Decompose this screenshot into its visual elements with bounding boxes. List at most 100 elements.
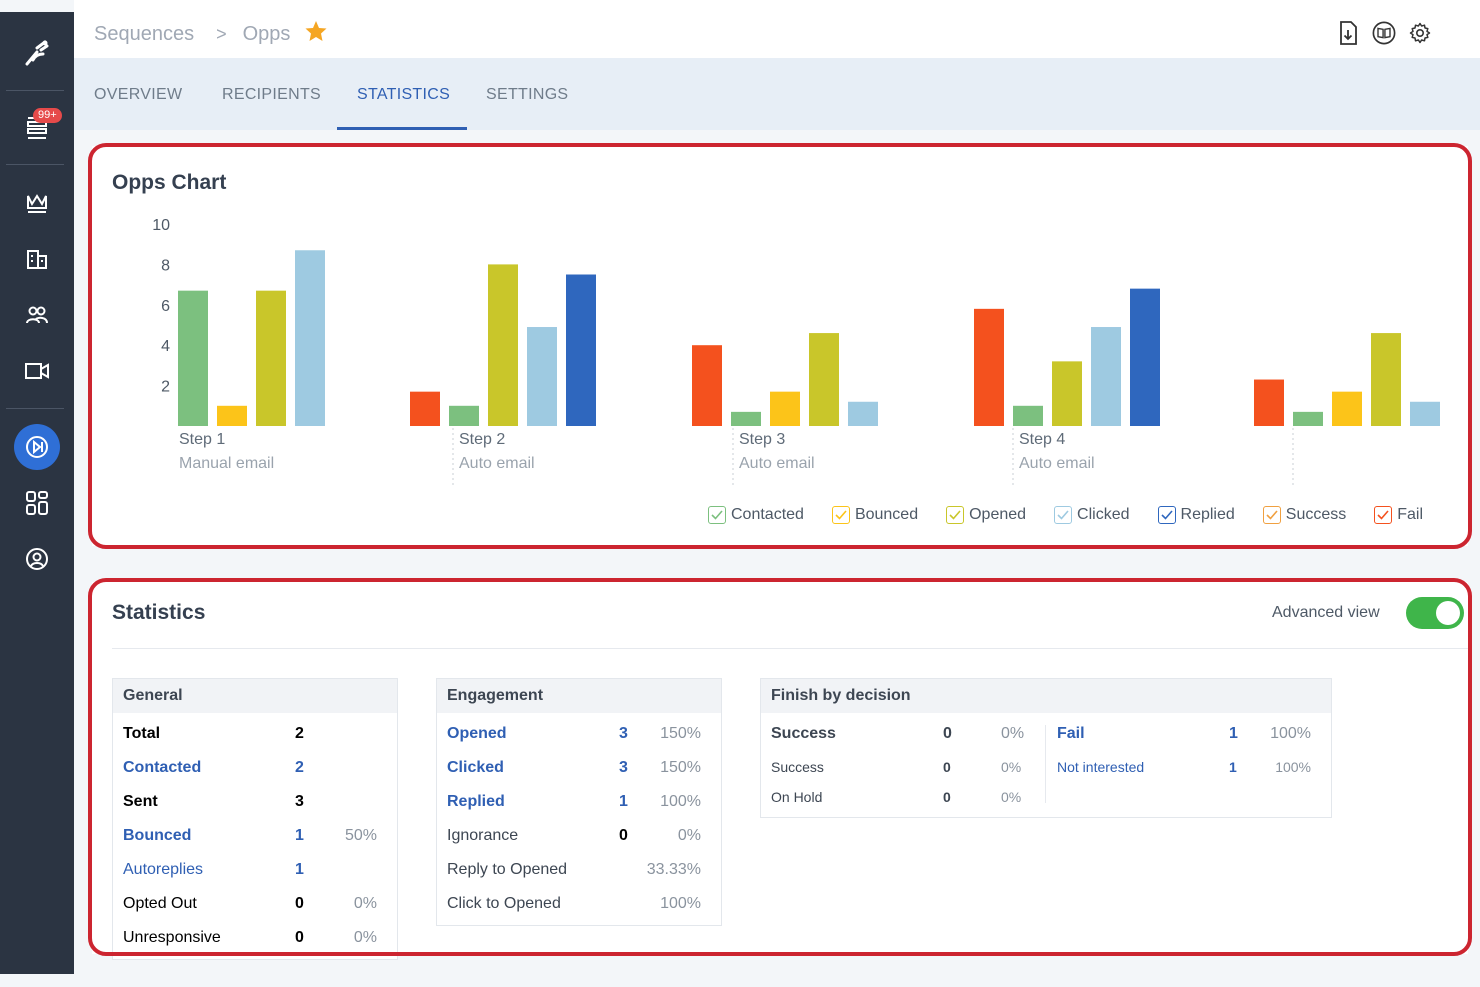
- legend-label: Success: [1285, 506, 1347, 523]
- legend-checkbox-icon[interactable]: [1157, 506, 1176, 524]
- stat-count: 3: [619, 725, 628, 742]
- stat-label-opted-out: Opted Out: [123, 895, 197, 912]
- finish-percent: 0%: [1001, 789, 1022, 805]
- legend-item-fail[interactable]: Fail: [1374, 506, 1423, 524]
- bar-opened-4[interactable]: [1052, 361, 1082, 426]
- stat-label-sent: Sent: [123, 793, 158, 810]
- stat-count: 0: [619, 827, 628, 844]
- statistics-divider: [112, 648, 1468, 649]
- bar-bounced-5[interactable]: [1332, 391, 1362, 426]
- chart-legend: Contacted Bounced Opened Clicked Replied Succ…: [708, 506, 1423, 524]
- app-window: 99+ Sequences > Opps OVERVIEW RECIPIENTS…: [0, 0, 1480, 987]
- legend-checkbox-icon[interactable]: [1374, 506, 1393, 524]
- general-card: General Total 2 Contacted 2 Sent 3 Bounced 1 50%…: [112, 678, 398, 960]
- bar-bounced-3[interactable]: [770, 391, 800, 426]
- engagement-card: Engagement Opened 3 150% Clicked 3 150% Replie…: [436, 678, 722, 926]
- legend-item-replied[interactable]: Replied: [1157, 506, 1235, 524]
- stat-label-clicked[interactable]: Clicked: [447, 759, 504, 777]
- finish-label-fail[interactable]: Fail: [1057, 725, 1085, 743]
- bar-opened-3[interactable]: [809, 333, 839, 426]
- bar-fail-4[interactable]: [974, 308, 1004, 426]
- finish-count: 0: [943, 725, 952, 742]
- x-tick-step: Step 2: [459, 431, 505, 448]
- stat-label-reply-to-opened: Reply to Opened: [447, 861, 568, 878]
- x-tick-email-type: Manual email: [179, 455, 274, 472]
- bar-clicked-1[interactable]: [295, 250, 325, 426]
- finish-percent: 100%: [1270, 725, 1311, 742]
- bar-clicked-5[interactable]: [1410, 401, 1440, 426]
- legend-item-clicked[interactable]: Clicked: [1054, 506, 1130, 524]
- stat-label-bounced[interactable]: Bounced: [123, 827, 191, 845]
- x-tick-step: Step 4: [1019, 431, 1065, 448]
- stat-percent: 0%: [353, 929, 377, 946]
- statistics-title: Statistics: [112, 601, 206, 624]
- bar-fail-2[interactable]: [410, 391, 440, 426]
- legend-label: Opened: [969, 506, 1027, 523]
- stat-label-replied[interactable]: Replied: [447, 793, 505, 811]
- bar-clicked-3[interactable]: [848, 401, 878, 426]
- stat-percent: 100%: [660, 895, 701, 912]
- legend-label: Contacted: [731, 506, 804, 523]
- bar-fail-5[interactable]: [1254, 379, 1284, 426]
- bar-replied-4[interactable]: [1130, 288, 1160, 426]
- stat-count: 0: [295, 929, 304, 946]
- stat-label-total: Total: [123, 725, 161, 742]
- finish-percent: 0%: [1001, 725, 1025, 742]
- finish-decision-card: Finish by decision Success 0 0% Success 0 0% O…: [760, 678, 1332, 818]
- y-tick-label: 6: [161, 298, 170, 315]
- stat-label-ignorance: Ignorance: [447, 827, 519, 844]
- x-tick-step: Step 1: [179, 431, 225, 448]
- bar-opened-1[interactable]: [256, 290, 286, 426]
- legend-checkbox-icon[interactable]: [1054, 506, 1073, 524]
- bar-contacted-2[interactable]: [449, 405, 479, 426]
- bar-replied-2[interactable]: [566, 274, 596, 427]
- legend-label: Replied: [1180, 506, 1235, 523]
- stat-count: 3: [295, 793, 304, 810]
- stat-label-autoreplies[interactable]: Autoreplies: [123, 861, 203, 879]
- bar-contacted-4[interactable]: [1013, 405, 1043, 426]
- finish-percent: 0%: [1001, 759, 1022, 775]
- bar-clicked-2[interactable]: [527, 327, 557, 426]
- finish-count: 0: [943, 759, 951, 775]
- finish-label-success: Success: [771, 725, 836, 742]
- legend-checkbox-icon[interactable]: [831, 506, 850, 524]
- legend-item-bounced[interactable]: Bounced: [831, 506, 919, 524]
- bar-fail-3[interactable]: [692, 345, 722, 426]
- stat-label-unresponsive: Unresponsive: [123, 929, 221, 946]
- finish-count: 1: [1229, 759, 1237, 775]
- stat-count: 0: [295, 895, 304, 912]
- stat-percent: 0%: [353, 895, 377, 912]
- legend-checkbox-icon[interactable]: [1262, 506, 1281, 524]
- advanced-view-label: Advanced view: [1272, 604, 1380, 621]
- bar-contacted-1[interactable]: [178, 290, 208, 426]
- bar-bounced-1[interactable]: [217, 405, 247, 426]
- legend-label: Bounced: [854, 506, 919, 523]
- bar-opened-2[interactable]: [488, 264, 518, 426]
- stat-count: 1: [619, 793, 628, 810]
- legend-label: Clicked: [1077, 506, 1130, 523]
- legend-checkbox-icon[interactable]: [708, 506, 726, 524]
- y-tick-label: 4: [161, 338, 170, 355]
- legend-item-contacted[interactable]: Contacted: [708, 506, 804, 524]
- stat-count: 1: [295, 861, 304, 878]
- legend-checkbox-icon[interactable]: [946, 506, 965, 524]
- general-card-title: General: [113, 679, 397, 713]
- stat-label-opened[interactable]: Opened: [447, 725, 507, 743]
- finish-percent: 100%: [1275, 759, 1311, 775]
- legend-item-opened[interactable]: Opened: [946, 506, 1026, 524]
- bar-contacted-3[interactable]: [731, 411, 761, 426]
- advanced-view-toggle[interactable]: [1406, 597, 1464, 629]
- finish-count: 0: [943, 789, 951, 805]
- x-tick-email-type: Auto email: [1019, 455, 1095, 472]
- legend-item-success[interactable]: Success: [1262, 506, 1347, 524]
- stat-label-contacted[interactable]: Contacted: [123, 759, 201, 777]
- finish-label-not-interested[interactable]: Not interested: [1057, 759, 1144, 775]
- bar-clicked-4[interactable]: [1091, 327, 1121, 426]
- legend-label: Fail: [1397, 506, 1424, 523]
- engagement-card-title: Engagement: [437, 679, 721, 713]
- stat-count: 3: [619, 759, 628, 776]
- bar-opened-5[interactable]: [1371, 333, 1401, 426]
- toggle-knob: [1436, 601, 1460, 625]
- bar-contacted-5[interactable]: [1293, 411, 1323, 426]
- finish-label-success: Success: [771, 759, 824, 775]
